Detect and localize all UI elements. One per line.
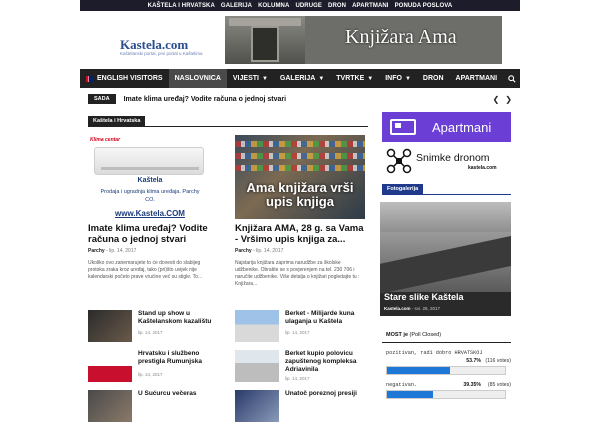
thumb-image	[235, 390, 279, 422]
poll-bar-fill	[387, 391, 434, 398]
poll-bar	[386, 366, 506, 375]
gallery-meta: Kastela.com - svi. 28, 2017	[384, 306, 441, 311]
thumb-image	[88, 350, 132, 382]
article-title[interactable]: Knjižara AMA, 28 g. sa Vama - Vršimo upi…	[235, 223, 365, 245]
ticker-badge: SADA	[88, 94, 116, 104]
article-card: Ama knjižara vrši upis knjiga Knjižara A…	[235, 135, 365, 288]
list-item[interactable]: U Sućurcu večeras	[88, 390, 223, 424]
nav-item-vijesti[interactable]: VIJESTI ▼	[227, 69, 274, 88]
chevron-down-icon: ▼	[261, 75, 268, 82]
article-meta: Parchy - lip. 14, 2017	[235, 248, 284, 254]
chevron-left-icon[interactable]: ❮	[493, 95, 500, 104]
search-icon[interactable]	[503, 69, 520, 88]
chevron-down-icon: ▼	[367, 75, 374, 82]
list-item[interactable]: Unatoč poreznoj presiji	[235, 390, 370, 424]
poll-title: MOST je (Poll Closed)	[386, 332, 442, 338]
article-card: Klima centar Kaštela Prodaja i ugradnja …	[88, 135, 218, 281]
nav-item-english-visitors[interactable]: ENGLISH VISITORS	[80, 69, 169, 88]
sidebar-divider	[382, 194, 511, 195]
article-image-knjizara[interactable]: Ama knjižara vrši upis knjiga	[235, 135, 365, 219]
chevron-down-icon: ▼	[318, 75, 325, 82]
chevron-right-icon[interactable]: ❯	[505, 95, 512, 104]
fotogalerija-label[interactable]: Fotogalerija	[382, 184, 424, 194]
nav-item-apartmani[interactable]: APARTMANI	[450, 69, 503, 88]
knjizara-banner[interactable]: Knjižara Ama	[225, 16, 502, 64]
logo-tagline: Kaštelanski portal, prvi portal u Kaštel…	[120, 51, 203, 56]
list-item[interactable]: Stand up show u Kaštelanskom kazalištu l…	[88, 310, 223, 344]
article-title[interactable]: Imate klima uređaj? Vodite računa o jedn…	[88, 223, 218, 245]
article-excerpt: Najstarija knjižara zaprima narudžbe za …	[235, 260, 360, 287]
thumb-image	[88, 310, 132, 342]
topbar-link-ponuda-poslova[interactable]: PONUDA POSLOVA	[395, 3, 453, 9]
article-meta: Parchy - lip. 14, 2017	[88, 248, 137, 254]
image-caption: Ama knjižara vrši upis knjiga	[246, 180, 354, 209]
bed-icon	[390, 119, 416, 135]
thumb-image	[235, 310, 279, 342]
article-date: lip. 14, 2017	[256, 248, 284, 254]
thumb-image	[88, 390, 132, 422]
list-item[interactable]: Hrvatsku i službeno prestigla Rumunjska …	[88, 350, 223, 384]
nav-item-galerija[interactable]: GALERIJA ▼	[274, 69, 330, 88]
poll-bar-fill	[387, 367, 451, 374]
air-conditioner-image	[94, 147, 204, 175]
article-author[interactable]: Parchy	[88, 248, 105, 254]
list-item[interactable]: Berket kupio polovicu zapuštenog komplek…	[235, 350, 370, 384]
topbar-link-kastela-hrvatska[interactable]: KAŠTELA I HRVATSKA	[148, 3, 215, 9]
poll-divider	[382, 342, 511, 343]
thumb-image	[235, 350, 279, 382]
poll-option: pozitivan, radi dobro HRVATSKOJ 53.7% (1…	[386, 350, 511, 375]
main-nav: ENGLISH VISITORS NASLOVNICA VIJESTI ▼ GA…	[80, 69, 520, 88]
apartmani-ad[interactable]: Apartmani	[382, 112, 511, 142]
section-divider	[88, 126, 368, 127]
topbar-link-dron[interactable]: DRON	[328, 3, 346, 9]
gallery-feature[interactable]: Stare slike Kaštela Kastela.com - svi. 2…	[380, 202, 511, 316]
top-bar: KAŠTELA I HRVATSKA GALERIJA KOLUMNA UDRU…	[80, 0, 520, 11]
banner-title: Knjižara Ama	[345, 26, 457, 48]
poll-bar	[386, 390, 506, 399]
logo-title: Kastela.com	[120, 37, 189, 52]
topbar-link-kolumna[interactable]: KOLUMNA	[258, 3, 289, 9]
article-author[interactable]: Parchy	[235, 248, 252, 254]
article-image-klima[interactable]: Klima centar Kaštela Prodaja i ugradnja …	[88, 135, 218, 219]
nav-item-info[interactable]: INFO ▼	[379, 69, 417, 88]
nav-item-naslovnica[interactable]: NASLOVNICA	[168, 69, 227, 88]
site-logo[interactable]: Kastela.com Kaštelanski portal, prvi por…	[120, 38, 203, 57]
poll-option: negativan. 39.35% (85 votes)	[386, 382, 511, 399]
news-ticker: SADA Imate klima uređaj? Vodite računa o…	[80, 92, 520, 106]
article-date: lip. 14, 2017	[109, 248, 137, 254]
chevron-down-icon: ▼	[404, 75, 411, 82]
gallery-title: Stare slike Kaštela	[384, 292, 464, 302]
nav-item-tvrtke[interactable]: TVRTKE ▼	[330, 69, 379, 88]
topbar-link-udruge[interactable]: UDRUGE	[295, 3, 322, 9]
section-label[interactable]: Kaštela i Hrvatska	[88, 116, 146, 126]
dron-ad[interactable]: Snimke dronom kastela.com	[382, 146, 511, 176]
ticker-headline[interactable]: Imate klima uređaj? Vodite računa o jedn…	[124, 96, 286, 103]
topbar-link-galerija[interactable]: GALERIJA	[221, 3, 252, 9]
list-item[interactable]: Berket - Milijarde kuna ulaganja u Kašte…	[235, 310, 370, 344]
ticker-arrows: ❮ ❯	[493, 95, 512, 104]
site-header: Kastela.com Kaštelanski portal, prvi por…	[80, 11, 520, 69]
article-excerpt: Ukoliko ovo zanemarujete to će dovesti d…	[88, 260, 203, 280]
shop-photo	[225, 16, 305, 64]
nav-item-dron[interactable]: DRON	[417, 69, 450, 88]
uk-flag-icon	[86, 75, 94, 82]
drone-icon	[386, 148, 412, 174]
topbar-link-apartmani[interactable]: APARTMANI	[352, 3, 388, 9]
